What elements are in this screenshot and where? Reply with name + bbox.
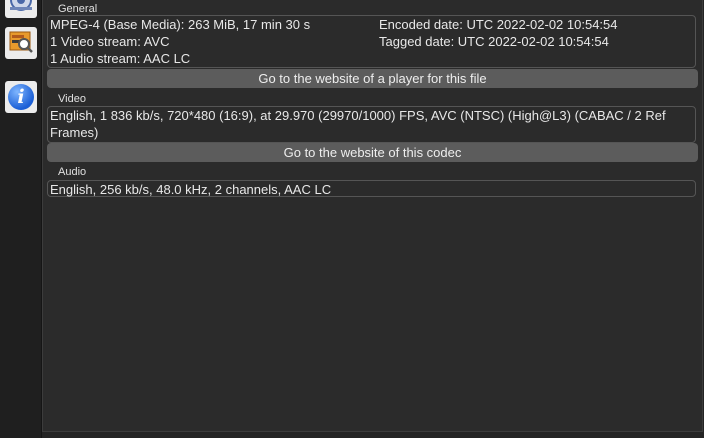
audio-stream-text: English, 256 kb/s, 48.0 kHz, 2 channels,…	[50, 182, 332, 197]
audio-info-box: English, 256 kb/s, 48.0 kHz, 2 channels,…	[47, 180, 696, 197]
codec-website-button[interactable]: Go to the website of this codec	[47, 143, 698, 162]
general-row-3: 1 Audio stream: AAC LC	[50, 50, 693, 67]
general-format-text: MPEG-4 (Base Media): 263 MiB, 17 min 30 …	[50, 17, 311, 32]
video-stream-text: English, 1 836 kb/s, 720*480 (16:9), at …	[50, 108, 666, 140]
audio-section-title: Audio	[58, 166, 87, 178]
video-info-box: English, 1 836 kb/s, 720*480 (16:9), at …	[47, 106, 696, 143]
tagged-date-text: Tagged date: UTC 2022-02-02 10:54:54	[379, 34, 609, 49]
info-icon: i	[8, 84, 34, 110]
audio-stream-count-text: 1 Audio stream: AAC LC	[50, 51, 191, 66]
general-section-title: General	[58, 3, 98, 15]
main-panel: General MPEG-4 (Base Media): 263 MiB, 17…	[42, 0, 703, 432]
video-stream-count-text: 1 Video stream: AVC	[50, 34, 170, 49]
media-info-icon	[8, 0, 34, 18]
general-row-1: MPEG-4 (Base Media): 263 MiB, 17 min 30 …	[50, 16, 693, 33]
video-section-title: Video	[58, 93, 86, 105]
sidebar-item-media-info[interactable]	[5, 0, 37, 18]
mediainfo-window: i General MPEG-4 (Base Media): 263 MiB, …	[0, 0, 704, 438]
encoded-date-text: Encoded date: UTC 2022-02-02 10:54:54	[379, 17, 618, 32]
sidebar-item-file-search[interactable]	[5, 27, 37, 59]
sidebar-item-info[interactable]: i	[5, 81, 37, 113]
general-row-2: 1 Video stream: AVC Tagged date: UTC 202…	[50, 33, 693, 50]
sidebar: i	[0, 0, 42, 438]
file-search-icon	[7, 27, 35, 60]
general-info-box: MPEG-4 (Base Media): 263 MiB, 17 min 30 …	[47, 15, 696, 68]
player-website-button[interactable]: Go to the website of a player for this f…	[47, 69, 698, 88]
